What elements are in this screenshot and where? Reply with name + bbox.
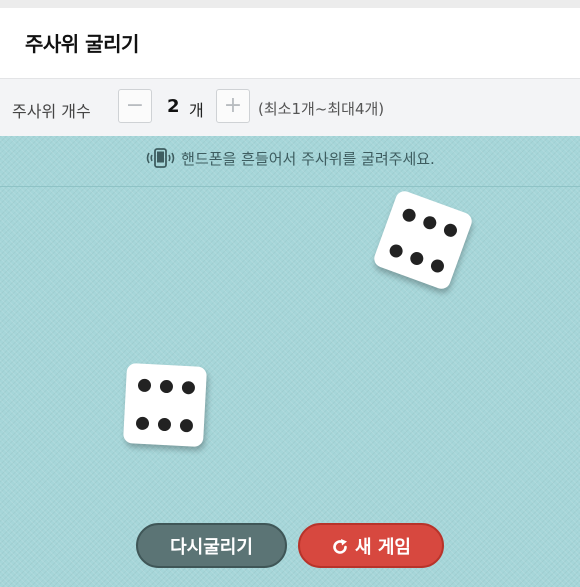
reroll-button[interactable]: 다시굴리기 (136, 523, 287, 568)
page-title: 주사위 굴리기 (25, 32, 139, 56)
die-pip (441, 221, 459, 239)
shake-hint: 핸드폰을 흔들어서 주사위를 굴려주세요. (0, 148, 580, 172)
die-pip (421, 213, 438, 231)
die-pip (428, 257, 446, 274)
shake-hint-text: 핸드폰을 흔들어서 주사위를 굴려주세요. (181, 150, 435, 168)
new-game-button[interactable]: 새 게임 (298, 523, 444, 568)
dice-count-label: 주사위 개수 (12, 102, 91, 121)
dice-count-value: 2 (167, 96, 180, 117)
dice-board[interactable]: 핸드폰을 흔들어서 주사위를 굴려주세요. 다시굴리기 새 게임 (0, 136, 580, 587)
decrease-button[interactable]: − (118, 89, 152, 123)
dice-count-bar: 주사위 개수 − 2 개 + (최소1개~최대4개) (0, 78, 580, 137)
die-pip (157, 417, 171, 431)
top-strip (0, 0, 580, 8)
die-face-6 (371, 188, 475, 292)
die-pip (181, 380, 195, 395)
phone-shake-icon (145, 148, 175, 172)
dice-count-unit: 개 (189, 101, 204, 120)
dice-count-range-hint: (최소1개~최대4개) (258, 100, 385, 118)
refresh-icon (331, 528, 349, 573)
die-pip (387, 241, 405, 259)
die-pip (179, 418, 193, 432)
increase-button[interactable]: + (216, 89, 250, 123)
die-pip (159, 379, 173, 393)
die-pip (400, 206, 418, 223)
hint-divider (0, 186, 580, 187)
die-pip (137, 378, 151, 392)
die-pip (408, 249, 425, 267)
new-game-label: 새 게임 (355, 537, 411, 558)
die-pip (135, 415, 149, 430)
die-face-6 (122, 362, 208, 448)
